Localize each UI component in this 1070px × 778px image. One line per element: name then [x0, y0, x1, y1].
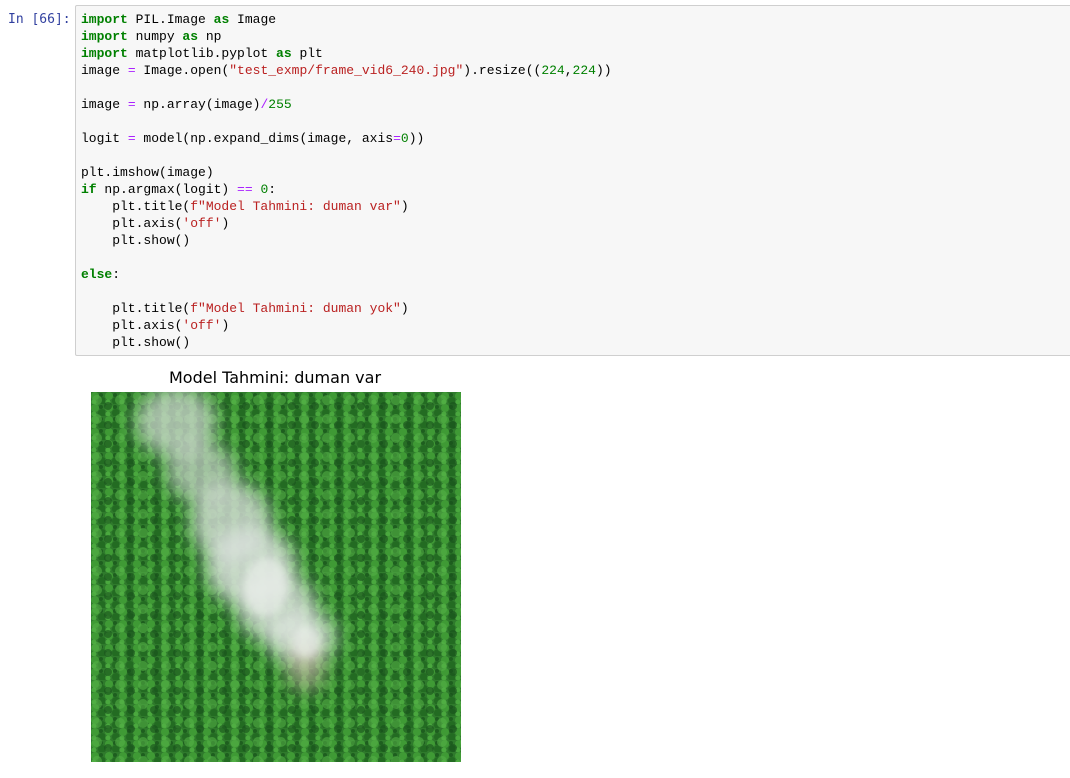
code-token: plt: [291, 46, 323, 61]
code-token: plt.title(: [81, 301, 191, 316]
code-token: as: [276, 46, 292, 61]
code-line: logit = model(np.expand_dims(image, axis…: [81, 130, 612, 147]
code-token: matplotlib.pyplot: [127, 46, 277, 61]
code-token: =: [393, 131, 401, 146]
code-token: 255: [268, 97, 292, 112]
forest-smoke-image: [91, 392, 461, 762]
code-token: plt.show(): [81, 233, 191, 248]
code-token: "test_exmp/frame_vid6_240.jpg": [229, 63, 464, 78]
code-token: np.argmax(logit): [96, 182, 238, 197]
code-line: image = np.array(image)/255: [81, 96, 612, 113]
code-token: :: [112, 267, 121, 282]
code-token: 0: [400, 131, 409, 146]
code-line: plt.show(): [81, 334, 612, 351]
code-token: np: [198, 29, 222, 44]
code-line: plt.axis('off'): [81, 317, 612, 334]
plot-title: Model Tahmini: duman var: [168, 368, 382, 387]
code-token: 224: [572, 63, 596, 78]
code-token: Image.open(: [135, 63, 230, 78]
code-line: image = Image.open("test_exmp/frame_vid6…: [81, 62, 612, 79]
code-line: plt.axis('off'): [81, 215, 612, 232]
code-token: ==: [237, 182, 253, 197]
code-token: =: [127, 131, 136, 146]
code-line: plt.title(f"Model Tahmini: duman yok"): [81, 300, 612, 317]
code-editor[interactable]: import PIL.Image as Image import numpy as…: [81, 11, 612, 351]
code-token: else: [81, 267, 113, 282]
code-token: =: [127, 63, 136, 78]
code-cell-input[interactable]: import PIL.Image as Image import numpy as…: [75, 5, 1070, 356]
code-token: 'off': [182, 216, 222, 231]
code-token: as: [182, 29, 199, 44]
code-token: :: [268, 182, 277, 197]
code-token: import: [81, 46, 128, 61]
code-token: ,: [564, 63, 573, 78]
code-token: plt.axis(: [81, 318, 183, 333]
code-token: plt.axis(: [81, 216, 183, 231]
code-line: import numpy as np: [81, 28, 612, 45]
code-token: logit: [81, 131, 128, 146]
code-token: ): [221, 318, 230, 333]
code-token: image: [81, 97, 128, 112]
forest-image-graphic: [91, 392, 461, 762]
code-line: else:: [81, 266, 612, 283]
code-token: 'off': [182, 318, 222, 333]
code-token: plt.imshow(image): [81, 165, 214, 180]
code-token: if: [81, 182, 97, 197]
code-token: import: [81, 12, 128, 27]
code-token: )): [408, 131, 425, 146]
code-line: plt.title(f"Model Tahmini: duman var"): [81, 198, 612, 215]
code-token: as: [213, 12, 230, 27]
code-line: plt.imshow(image): [81, 164, 612, 181]
code-token: import: [81, 29, 128, 44]
cell-prompt: In [66]:: [8, 12, 71, 27]
code-token: plt.show(): [81, 335, 191, 350]
code-token: plt.title(: [81, 199, 191, 214]
code-token: numpy: [127, 29, 183, 44]
code-token: ): [400, 301, 409, 316]
code-token: np.array(image): [135, 97, 261, 112]
code-token: ): [400, 199, 409, 214]
code-token: ).resize((: [463, 63, 542, 78]
code-token: PIL.Image: [127, 12, 214, 27]
code-token: =: [127, 97, 136, 112]
code-line: if np.argmax(logit) == 0:: [81, 181, 612, 198]
code-token: image: [81, 63, 128, 78]
code-token: ): [221, 216, 230, 231]
code-line: import PIL.Image as Image: [81, 11, 612, 28]
code-token: 224: [541, 63, 565, 78]
code-token: )): [595, 63, 612, 78]
code-line: import matplotlib.pyplot as plt: [81, 45, 612, 62]
code-token: model(np.expand_dims(image, axis: [135, 131, 394, 146]
code-line: plt.show(): [81, 232, 612, 249]
code-token: f"Model Tahmini: duman yok": [190, 301, 401, 316]
code-token: Image: [229, 12, 277, 27]
code-token: f"Model Tahmini: duman var": [190, 199, 401, 214]
